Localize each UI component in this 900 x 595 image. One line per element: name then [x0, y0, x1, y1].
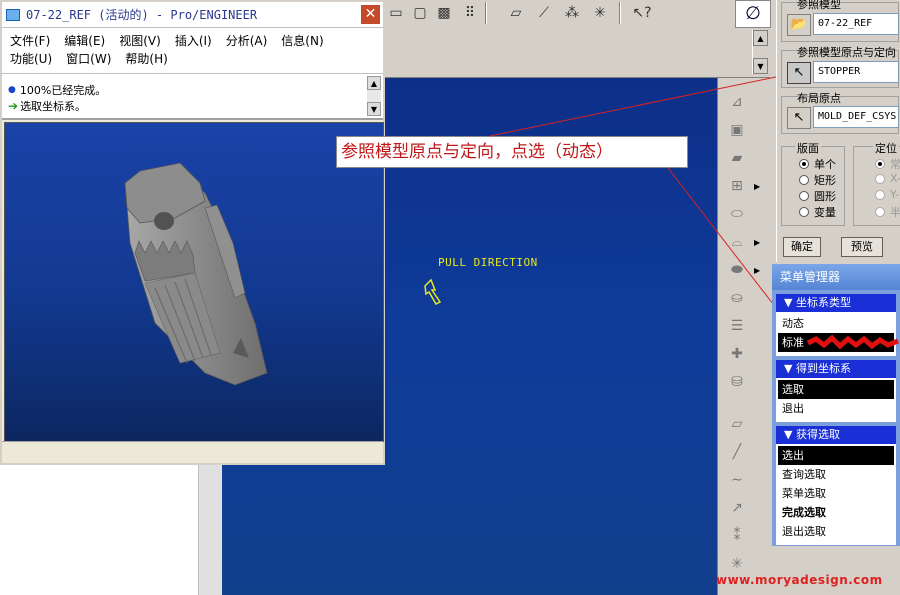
radio-single[interactable]: 单个: [799, 156, 836, 172]
arrow-cursor-icon: ↖: [793, 65, 805, 80]
radio-circle[interactable]: 圆形: [799, 188, 836, 204]
ref-model-label: 参照模型: [797, 0, 841, 11]
layout-origin-label: 布局原点: [797, 92, 841, 105]
radio-pos-1[interactable]: 常: [875, 156, 900, 172]
preview-button[interactable]: 预览: [841, 237, 883, 257]
radio-pos-2[interactable]: X-: [875, 172, 900, 185]
section-get-select[interactable]: ▼ 获得选取: [776, 426, 896, 444]
radio-pos-4[interactable]: 半: [875, 204, 900, 220]
collapse-icon: ▼: [784, 362, 796, 375]
menu-manager: 菜单管理器 ▼ 坐标系类型 动态 标准 ▼ 得到坐标系 选取 退出 ▼ 获得选取…: [772, 264, 900, 546]
menu-manager-title: 菜单管理器: [772, 264, 900, 290]
select-origin-button[interactable]: ↖: [787, 62, 811, 84]
collapse-icon: ▼: [784, 296, 796, 309]
arrow-cursor-icon: ↖: [793, 110, 805, 125]
menu-item-query-select[interactable]: 查询选取: [778, 465, 894, 484]
red-scribble-mark: [806, 334, 899, 350]
menu-item-pick[interactable]: 选出: [778, 446, 894, 465]
position-label: 定位: [873, 140, 899, 156]
menu-item-dynamic[interactable]: 动态: [778, 314, 894, 333]
plate-label: 版面: [795, 140, 821, 156]
ref-model-field[interactable]: 07-22_REF: [813, 13, 899, 35]
ok-button[interactable]: 确定: [783, 237, 821, 257]
layout-origin-field[interactable]: MOLD_DEF_CSYS: [813, 106, 899, 128]
menu-item-quit-select[interactable]: 退出选取: [778, 522, 894, 541]
section-csys-type[interactable]: ▼ 坐标系类型: [776, 294, 896, 312]
origin-orient-label: 参照模型原点与定向: [797, 46, 896, 59]
radio-pos-3[interactable]: Y-: [875, 188, 899, 201]
origin-orient-field[interactable]: STOPPER: [813, 61, 899, 83]
menu-item-menu-select[interactable]: 菜单选取: [778, 484, 894, 503]
collapse-icon: ▼: [784, 428, 796, 441]
radio-variable[interactable]: 变量: [799, 204, 836, 220]
folder-icon: 📂: [790, 17, 808, 32]
section-get-csys[interactable]: ▼ 得到坐标系: [776, 360, 896, 378]
menu-item-quit[interactable]: 退出: [778, 399, 894, 418]
menu-item-done-select[interactable]: 完成选取: [778, 503, 894, 522]
watermark: www.moryadesign.com: [716, 573, 883, 587]
menu-item-select[interactable]: 选取: [778, 380, 894, 399]
layout-dialog: 参照模型 📂 07-22_REF 参照模型原点与定向 ↖ STOPPER 布局原…: [776, 0, 900, 262]
open-ref-model-button[interactable]: 📂: [787, 14, 811, 36]
annotation-arrows: [489, 70, 801, 327]
radio-rect[interactable]: 矩形: [799, 172, 836, 188]
select-layout-origin-button[interactable]: ↖: [787, 107, 811, 129]
